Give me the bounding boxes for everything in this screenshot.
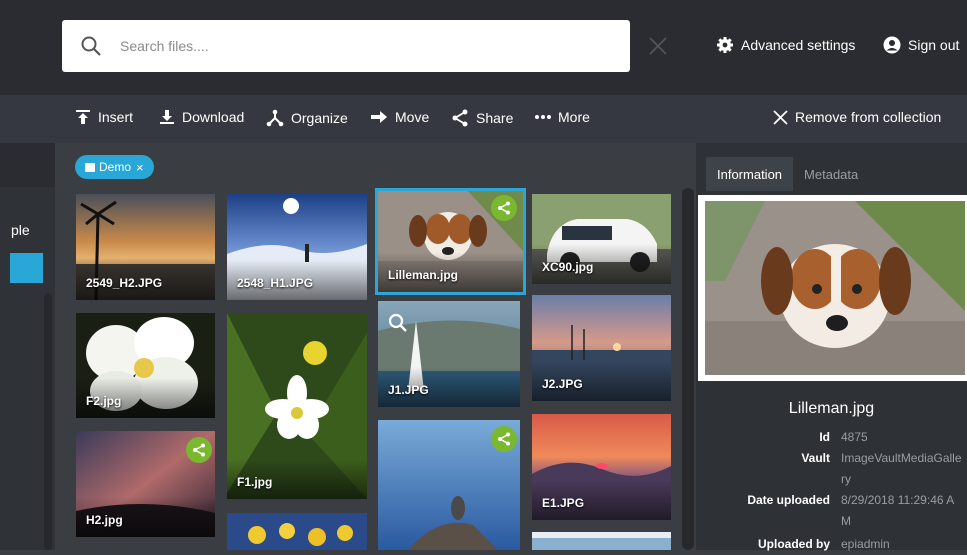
details-panel: Information Metadata Lilleman.jpg Id 487… bbox=[696, 143, 967, 551]
file-name-label: E1.JPG bbox=[542, 496, 585, 510]
file-tile[interactable]: 2549_H2.JPG bbox=[76, 194, 215, 300]
share-label: Share bbox=[476, 110, 514, 126]
download-button[interactable]: Download bbox=[159, 109, 244, 125]
info-value: 4875 bbox=[841, 430, 868, 444]
info-key: Uploaded by bbox=[757, 537, 830, 551]
remove-from-collection-button[interactable]: Remove from collection bbox=[773, 109, 941, 125]
move-button[interactable]: Move bbox=[371, 109, 429, 125]
clear-search-icon[interactable] bbox=[646, 34, 670, 58]
close-icon bbox=[773, 109, 788, 125]
file-name-label: J2.JPG bbox=[542, 377, 583, 391]
search-icon bbox=[81, 36, 101, 56]
sign-out-button[interactable]: Sign out bbox=[883, 36, 959, 54]
info-value: 8/29/2018 11:29:46 AM bbox=[841, 493, 955, 528]
file-tile[interactable] bbox=[227, 513, 367, 550]
info-key: Date uploaded bbox=[747, 493, 830, 507]
preview-image bbox=[705, 201, 965, 375]
share-button[interactable]: Share bbox=[451, 109, 513, 127]
left-panel-scrollbar[interactable] bbox=[44, 293, 52, 550]
file-name-label: 2548_H1.JPG bbox=[237, 276, 314, 290]
remove-from-collection-label: Remove from collection bbox=[795, 109, 942, 125]
image-preview bbox=[698, 195, 967, 381]
file-tile[interactable]: XC90.jpg bbox=[532, 194, 671, 284]
file-name-label: Lilleman.jpg bbox=[388, 268, 459, 282]
top-bar: Advanced settings Sign out bbox=[0, 0, 967, 95]
more-label: More bbox=[558, 109, 590, 125]
file-tile[interactable] bbox=[378, 420, 520, 550]
share-icon bbox=[498, 201, 510, 215]
file-name-label: F1.jpg bbox=[237, 475, 273, 489]
filter-chip-close-icon[interactable]: × bbox=[136, 160, 144, 175]
move-arrow-icon bbox=[371, 111, 387, 123]
file-grid-area: Demo × 2549_H2.JPG 2548_H1.JPG Lilleman.… bbox=[55, 143, 695, 550]
file-tile[interactable]: E1.JPG bbox=[532, 414, 671, 520]
organize-button[interactable]: Organize bbox=[266, 109, 348, 127]
file-tile[interactable] bbox=[532, 532, 671, 550]
zoom-icon[interactable] bbox=[388, 313, 408, 333]
grid-scrollbar[interactable] bbox=[682, 188, 694, 550]
sign-out-label: Sign out bbox=[908, 37, 960, 53]
info-key: Id bbox=[819, 430, 830, 444]
file-tile[interactable]: H2.jpg bbox=[76, 431, 215, 537]
advanced-settings-label: Advanced settings bbox=[741, 37, 856, 53]
file-tile[interactable]: J2.JPG bbox=[532, 295, 671, 401]
move-label: Move bbox=[395, 109, 430, 125]
file-tile[interactable]: 2548_H1.JPG bbox=[227, 194, 367, 300]
download-label: Download bbox=[182, 109, 245, 125]
insert-button[interactable]: Insert bbox=[75, 109, 133, 125]
shared-badge[interactable] bbox=[491, 195, 517, 221]
file-name-label: J1.JPG bbox=[388, 383, 429, 397]
collection-icon bbox=[85, 162, 95, 172]
filter-chip-label: Demo bbox=[99, 160, 132, 174]
left-navigation-panel: ple bbox=[0, 143, 55, 550]
info-key: Vault bbox=[801, 451, 830, 465]
download-icon bbox=[160, 110, 174, 124]
file-tile[interactable]: F2.jpg bbox=[76, 313, 215, 418]
share-icon bbox=[498, 432, 510, 446]
organize-label: Organize bbox=[291, 110, 348, 126]
action-toolbar: Insert Download Organize Move Share More… bbox=[0, 95, 967, 143]
file-name-label: XC90.jpg bbox=[542, 260, 594, 274]
selected-file-name: Lilleman.jpg bbox=[788, 400, 875, 417]
file-thumbnail bbox=[227, 513, 367, 550]
gear-icon bbox=[717, 37, 733, 53]
insert-icon bbox=[76, 110, 90, 124]
tab-information[interactable]: Information bbox=[706, 157, 794, 191]
details-tabs: Information Metadata bbox=[706, 157, 869, 191]
search-box[interactable] bbox=[62, 20, 667, 72]
left-panel-selected-item[interactable] bbox=[10, 253, 43, 283]
tab-metadata[interactable]: Metadata bbox=[793, 157, 869, 191]
share-icon bbox=[193, 443, 205, 457]
user-icon bbox=[883, 36, 901, 54]
file-name-label: F2.jpg bbox=[86, 394, 122, 408]
more-dots-icon bbox=[535, 115, 551, 119]
file-thumbnail bbox=[532, 532, 671, 550]
left-panel-header bbox=[0, 143, 55, 187]
file-name-label: 2549_H2.JPG bbox=[86, 276, 163, 290]
organize-icon bbox=[266, 109, 284, 127]
shared-badge[interactable] bbox=[491, 426, 517, 452]
info-value: epiadmin bbox=[841, 537, 890, 551]
file-tile-selected[interactable]: Lilleman.jpg bbox=[375, 188, 526, 295]
insert-label: Insert bbox=[98, 109, 134, 125]
shared-badge[interactable] bbox=[186, 437, 212, 463]
left-panel-item-label[interactable]: ple bbox=[11, 222, 30, 238]
info-value: ImageVaultMediaGallery bbox=[841, 451, 962, 486]
more-button[interactable]: More bbox=[535, 109, 590, 125]
filter-chip-demo[interactable]: Demo × bbox=[75, 155, 154, 179]
file-tile[interactable]: J1.JPG bbox=[378, 301, 520, 407]
search-input[interactable] bbox=[120, 34, 560, 58]
advanced-settings-button[interactable]: Advanced settings bbox=[716, 36, 855, 54]
file-name-label: H2.jpg bbox=[86, 513, 123, 527]
share-icon bbox=[452, 109, 468, 127]
file-tile[interactable]: F1.jpg bbox=[227, 313, 367, 499]
